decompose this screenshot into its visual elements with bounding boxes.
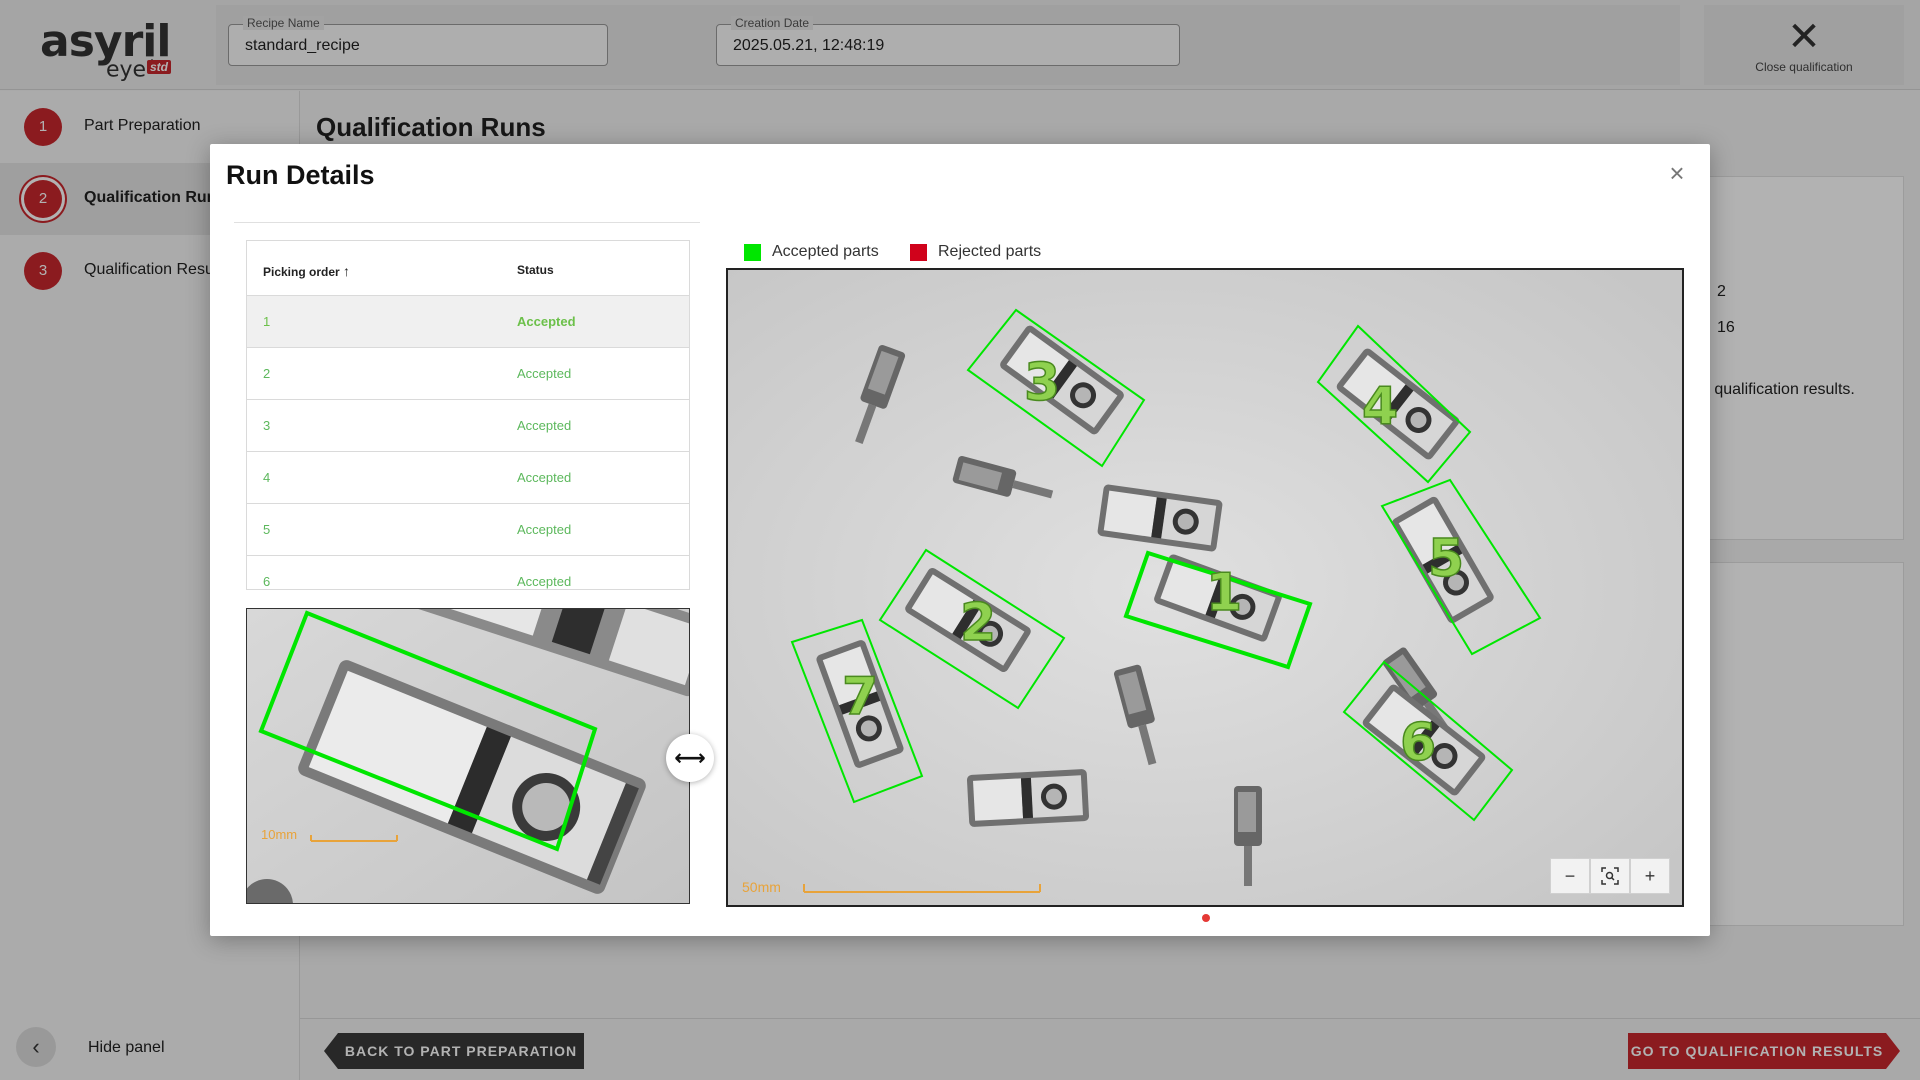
- legend-accepted-label: Accepted parts: [772, 243, 879, 260]
- part-label: 1: [1206, 563, 1242, 623]
- row-status: Accepted: [517, 366, 572, 381]
- zoom-scale-label: 10mm: [261, 827, 297, 842]
- row-status: Accepted: [517, 418, 572, 433]
- part-label: 2: [960, 593, 996, 653]
- row-status: Accepted: [517, 522, 572, 537]
- part-label: 3: [1024, 353, 1060, 413]
- rejected-swatch: [910, 244, 927, 261]
- divider: [234, 222, 700, 223]
- accepted-swatch: [744, 244, 761, 261]
- column-header-status[interactable]: Status: [517, 263, 554, 277]
- table-row[interactable]: 2 Accepted: [247, 348, 689, 400]
- row-order: 2: [263, 366, 271, 381]
- part-label: 4: [1362, 377, 1398, 437]
- arrow-up-icon: ↑: [343, 263, 351, 279]
- part-label: 7: [842, 667, 878, 727]
- run-details-modal: Run Details × Picking order ↑ Status 1 A…: [210, 144, 1710, 936]
- zoomed-part-image: 10mm: [247, 609, 689, 903]
- row-status: Accepted: [517, 470, 572, 485]
- row-status: Accepted: [517, 574, 572, 589]
- close-icon[interactable]: ×: [1662, 158, 1692, 188]
- table-row[interactable]: 3 Accepted: [247, 400, 689, 452]
- picking-table: Picking order ↑ Status 1 Accepted 2 Acce…: [246, 240, 690, 590]
- row-order: 5: [263, 522, 271, 537]
- part-label: 5: [1428, 529, 1464, 589]
- table-row[interactable]: 4 Accepted: [247, 452, 689, 504]
- zoom-in-button[interactable]: +: [1630, 858, 1670, 894]
- part-label: 6: [1400, 713, 1436, 773]
- table-row[interactable]: 5 Accepted: [247, 504, 689, 556]
- zoomed-part-view[interactable]: 10mm: [246, 608, 690, 904]
- row-order: 6: [263, 574, 271, 589]
- modal-title: Run Details: [226, 160, 375, 190]
- pager-dot[interactable]: [1202, 914, 1210, 922]
- zoom-out-button[interactable]: −: [1550, 858, 1590, 894]
- row-order: 1: [263, 314, 271, 329]
- zoom-controls: − +: [1550, 858, 1670, 894]
- row-order: 3: [263, 418, 271, 433]
- row-status: Accepted: [517, 314, 576, 329]
- row-order: 4: [263, 470, 271, 485]
- table-row[interactable]: 1 Accepted: [247, 296, 689, 348]
- legend-rejected-label: Rejected parts: [938, 243, 1042, 260]
- zoom-fit-icon: [1601, 867, 1619, 885]
- zoom-fit-button[interactable]: [1590, 858, 1630, 894]
- resize-handle-icon[interactable]: ⟷: [666, 734, 714, 782]
- main-scale-label: 50mm: [742, 879, 781, 895]
- column-header-picking-order[interactable]: Picking order ↑: [263, 263, 350, 279]
- camera-image-view[interactable]: 1 2 3 4 5 6 7 50mm: [726, 268, 1684, 907]
- camera-image: 1 2 3 4 5 6 7 50mm: [728, 270, 1682, 905]
- table-row[interactable]: 6 Accepted: [247, 556, 689, 589]
- table-header: Picking order ↑ Status: [247, 241, 689, 296]
